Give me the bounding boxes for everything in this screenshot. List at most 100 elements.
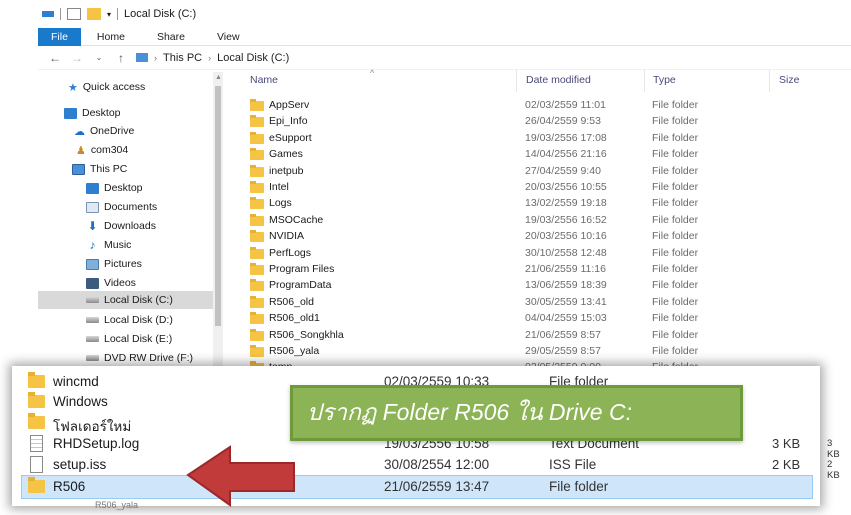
nav-item-downloads[interactable]: ⬇ Downloads xyxy=(86,217,155,235)
file-date: 30/10/2558 12:48 xyxy=(525,246,607,259)
back-arrow-icon[interactable]: ← xyxy=(48,51,62,65)
file-name: MSOCache xyxy=(269,213,324,226)
nav-item-label: Quick access xyxy=(82,81,146,93)
table-row[interactable]: NVIDIA 20/03/2556 10:16 File folder xyxy=(250,229,810,245)
file-list: Name ^ Date modified Type Size AppServ 02… xyxy=(228,68,851,380)
folder-icon xyxy=(250,164,264,177)
folder-icon xyxy=(28,413,45,429)
file-size: 3 KB xyxy=(772,436,801,451)
up-arrow-icon[interactable]: ↑ xyxy=(114,51,128,65)
list-item[interactable]: setup.iss 30/08/2554 12:00 ISS File 2 KB… xyxy=(22,454,840,481)
pictures-icon xyxy=(86,258,99,270)
file-type: File folder xyxy=(652,131,699,144)
forward-arrow-icon[interactable]: → xyxy=(70,51,84,65)
nav-item-label: This PC xyxy=(90,163,128,175)
this-pc-icon xyxy=(136,53,148,62)
column-header-size[interactable]: Size xyxy=(779,74,799,86)
table-row[interactable]: Games 14/04/2556 21:16 File folder xyxy=(250,147,810,163)
file-date: 13/06/2559 18:39 xyxy=(525,279,607,292)
table-row[interactable]: R506_Songkhla 21/06/2559 8:57 File folder xyxy=(250,328,810,344)
nav-item-onedrive[interactable]: ☁ OneDrive xyxy=(74,122,134,140)
nav-item-documents[interactable]: Documents xyxy=(86,198,157,216)
table-row[interactable]: inetpub 27/04/2559 9:40 File folder xyxy=(250,164,810,180)
nav-item-music[interactable]: ♪ Music xyxy=(86,236,132,254)
ribbon-tabs: File Home Share View xyxy=(38,27,851,46)
nav-item-this-pc[interactable]: This PC xyxy=(72,160,127,178)
tab-home[interactable]: Home xyxy=(81,28,141,46)
table-row[interactable]: eSupport 19/03/2556 17:08 File folder xyxy=(250,131,810,147)
table-row[interactable]: Intel 20/03/2556 10:55 File folder xyxy=(250,180,810,196)
column-divider[interactable] xyxy=(769,70,770,92)
tab-file[interactable]: File xyxy=(38,27,81,46)
folder-icon xyxy=(250,99,264,111)
scroll-up-icon[interactable]: ▲ xyxy=(215,74,222,81)
table-row[interactable]: Program Files 21/06/2559 11:16 File folder xyxy=(250,262,810,278)
table-row[interactable]: MSOCache 19/03/2556 16:52 File folder xyxy=(250,213,810,229)
zoom-overlay: wincmd 02/03/2559 10:33 File folder Wind… xyxy=(0,359,851,515)
file-name: PerfLogs xyxy=(269,246,312,259)
file-date: 21/06/2559 13:47 xyxy=(384,479,490,494)
column-divider[interactable] xyxy=(516,70,517,92)
nav-item-label: Music xyxy=(104,239,132,251)
file-type: File folder xyxy=(652,295,699,308)
nav-item-quick-access[interactable]: ★ Quick access xyxy=(68,78,145,96)
callout-banner: ปรากฏ Folder R506 ใน Drive C: xyxy=(290,385,743,441)
table-row[interactable]: AppServ 02/03/2559 11:01 File folder xyxy=(250,98,810,114)
drive-icon xyxy=(86,297,99,303)
cloud-icon: ☁ xyxy=(74,125,85,138)
table-row[interactable]: R506_yala 29/05/2559 8:57 File folder xyxy=(250,344,810,360)
new-folder-icon[interactable] xyxy=(87,8,101,20)
text-file-icon xyxy=(30,435,43,452)
address-bar[interactable]: › This PC › Local Disk (C:) xyxy=(136,52,289,64)
folder-icon xyxy=(250,230,264,243)
nav-item-local-disk-e[interactable]: Local Disk (E:) xyxy=(86,330,172,348)
file-date: 21/06/2559 8:57 xyxy=(525,328,601,341)
nav-item-pictures[interactable]: Pictures xyxy=(86,255,142,273)
file-type: File folder xyxy=(652,213,699,226)
column-header-type[interactable]: Type xyxy=(653,74,676,86)
toolbar-dropdown-icon[interactable]: ▾ xyxy=(107,10,111,19)
nav-item-local-disk-d[interactable]: Local Disk (D:) xyxy=(86,311,173,329)
column-divider[interactable] xyxy=(644,70,645,92)
nav-item-desktop[interactable]: Desktop xyxy=(64,104,121,122)
file-size-background: 3 KB xyxy=(827,438,840,460)
nav-item-local-disk-c[interactable]: Local Disk (C:) xyxy=(38,291,213,309)
file-date: 20/03/2556 10:55 xyxy=(525,181,607,193)
column-header-date[interactable]: Date modified xyxy=(526,74,591,86)
nav-item-com304[interactable]: ♟ com304 xyxy=(76,141,128,159)
table-row[interactable]: Logs 13/02/2559 19:18 File folder xyxy=(250,196,810,212)
folder-icon xyxy=(250,345,264,357)
recent-locations-chevron-icon[interactable]: ⌄ xyxy=(92,53,106,62)
drive-icon xyxy=(86,336,99,342)
column-header-name[interactable]: Name xyxy=(250,74,278,86)
file-type: File folder xyxy=(652,263,699,275)
table-row[interactable]: Epi_Info 26/04/2559 9:53 File folder xyxy=(250,114,810,130)
properties-icon[interactable] xyxy=(67,8,81,20)
table-row[interactable]: ProgramData 13/06/2559 18:39 File folder xyxy=(250,278,810,294)
nav-item-videos[interactable]: Videos xyxy=(86,274,136,292)
table-row[interactable]: R506_old 30/05/2559 13:41 File folder xyxy=(250,295,810,311)
breadcrumb-this-pc[interactable]: This PC xyxy=(163,52,202,64)
table-row[interactable]: PerfLogs 30/10/2558 12:48 File folder xyxy=(250,246,810,262)
folder-icon xyxy=(250,131,264,144)
file-date: 19/03/2556 17:08 xyxy=(525,131,607,144)
music-icon: ♪ xyxy=(89,238,96,252)
table-row[interactable]: R506_old1 04/04/2559 15:03 File folder xyxy=(250,311,810,327)
file-type: File folder xyxy=(652,181,699,193)
file-name: Games xyxy=(269,148,303,161)
nav-item-label: Documents xyxy=(104,201,158,213)
file-name: eSupport xyxy=(269,131,312,144)
breadcrumb-local-disk[interactable]: Local Disk (C:) xyxy=(217,52,289,64)
navigation-scrollbar[interactable]: ▲ xyxy=(213,72,223,372)
breadcrumb-separator-icon: › xyxy=(208,52,212,63)
nav-item-label: Local Disk (E:) xyxy=(104,333,173,345)
scrollbar-thumb[interactable] xyxy=(215,86,221,326)
quick-access-toolbar-icon[interactable] xyxy=(42,11,54,17)
drive-icon xyxy=(86,317,99,323)
toolbar-separator xyxy=(117,8,119,20)
list-item-selected[interactable]: R506 21/06/2559 13:47 File folder xyxy=(21,475,813,499)
tab-share[interactable]: Share xyxy=(141,28,201,46)
nav-item-desktop-pc[interactable]: Desktop xyxy=(86,179,143,197)
tab-view[interactable]: View xyxy=(201,28,256,46)
file-type: File folder xyxy=(652,164,699,177)
